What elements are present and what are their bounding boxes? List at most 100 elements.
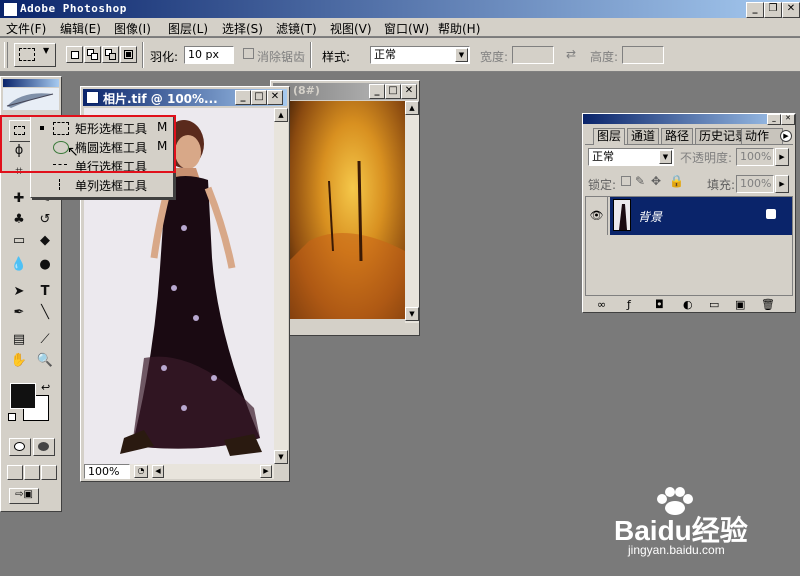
antialias-checkbox[interactable] [243,48,254,59]
menu-edit[interactable]: 编辑(E) [60,20,101,37]
standard-mode-button[interactable] [9,438,31,456]
vertical-scrollbar[interactable]: ▲ ▼ [274,108,288,464]
vertical-scrollbar[interactable]: ▲ ▼ [405,101,419,323]
add-selection-icon[interactable] [84,46,101,63]
blend-mode-select[interactable]: 正常 ▼ [588,148,674,166]
minimize-button[interactable]: _ [767,114,781,125]
minimize-button[interactable]: _ [369,84,385,99]
menu-filter[interactable]: 滤镜(T) [276,20,317,37]
jump-to-imageready-button[interactable]: ⇨▣ [9,488,39,504]
type-tool[interactable]: T [35,282,55,302]
notes-tool[interactable]: ▤ [9,330,29,350]
tab-paths[interactable]: 路径 [661,128,694,145]
default-colors-icon[interactable] [8,413,16,421]
line-tool[interactable]: ╲ [35,303,55,323]
pen-tool[interactable]: ✒ [9,303,29,323]
scroll-left-icon[interactable]: ◀ [152,465,164,478]
screen-mode-menubar[interactable] [24,465,40,480]
tab-channels[interactable]: 通道 [627,128,660,145]
layer-name: 背景 [638,210,663,224]
eyedropper-tool[interactable]: ⟋ [35,330,55,350]
panel-menu-icon[interactable]: ▶ [780,130,792,142]
lock-transparent-icon[interactable] [621,176,631,186]
chevron-down-icon: ▼ [43,46,50,55]
options-bar: ▼ 羽化: 10 px 消除锯齿 样式: 正常 ▼ 宽度: ⇄ 高度: [0,38,800,72]
app-title-bar: Adobe Photoshop _ ❐ ✕ [0,0,800,18]
feather-input[interactable]: 10 px [184,46,234,64]
fill-input[interactable]: 100% [736,175,774,193]
scroll-up-icon[interactable]: ▲ [274,108,288,122]
screen-mode-full[interactable] [41,465,57,480]
history-brush-tool[interactable]: ↺ [35,210,55,230]
path-selection-tool[interactable]: ➤ [9,282,29,302]
swap-colors-icon[interactable]: ↩ [41,381,50,394]
menu-help[interactable]: 帮助(H) [438,20,480,37]
status-bar: 100% ◔ ◀ ▶ [84,464,274,479]
foreground-color[interactable] [10,383,36,409]
lock-icon [766,209,776,219]
menu-file[interactable]: 文件(F) [6,20,46,37]
hand-tool[interactable]: ✋ [9,351,29,371]
doc-title: 相片.tif @ 100%... [103,92,218,106]
layers-panel: _ ✕ 图层 通道 路径 历史记录 动作 ▶ 正常 ▼ 不透明度: 100% ▶… [582,113,796,313]
restore-button[interactable]: ❐ [764,2,782,18]
tab-actions[interactable]: 动作 [741,128,783,145]
maximize-button[interactable]: □ [251,90,267,105]
toolbox-titlebar [3,79,59,87]
height-input[interactable] [622,46,664,64]
menu-window[interactable]: 窗口(W) [384,20,429,37]
layer-style-icon[interactable]: ƒ [627,298,631,311]
screen-mode-standard[interactable] [7,465,23,480]
healing-brush-tool[interactable]: ✚ [9,189,29,209]
tool-preset-picker[interactable]: ▼ [14,43,56,67]
blur-tool[interactable]: 💧 [9,255,29,275]
flyout-item-single-column-marquee[interactable]: 单列选框工具 [33,176,171,194]
link-icon[interactable]: ∞ [597,298,606,311]
trash-icon[interactable]: 🗑 [761,298,775,311]
close-button[interactable]: ✕ [782,2,800,18]
mask-icon[interactable]: ◘ [655,298,664,311]
fill-slider-icon[interactable]: ▶ [775,175,789,193]
zoom-tool[interactable]: 🔍 [35,351,55,371]
eraser-tool[interactable]: ▭ [9,231,29,251]
subtract-selection-icon[interactable] [102,46,119,63]
lock-pixels-icon[interactable]: ✎ [635,174,645,188]
close-button[interactable]: ✕ [267,90,283,105]
dodge-tool[interactable]: ● [35,255,55,275]
clone-stamp-tool[interactable]: ♣ [9,210,29,230]
style-select[interactable]: 正常 ▼ [370,46,470,64]
intersect-selection-icon[interactable] [120,46,137,63]
menu-view[interactable]: 视图(V) [330,20,372,37]
menu-select[interactable]: 选择(S) [222,20,263,37]
tab-layers[interactable]: 图层 [593,128,626,145]
width-label: 宽度: [480,50,509,64]
paint-bucket-tool[interactable]: ◆ [35,231,55,251]
opacity-input[interactable]: 100% [736,148,774,166]
quick-mask-button[interactable] [33,438,55,456]
close-button[interactable]: ✕ [401,84,417,99]
minimize-button[interactable]: _ [235,90,251,105]
maximize-button[interactable]: □ [385,84,401,99]
new-selection-icon[interactable] [66,46,83,63]
scroll-up-icon[interactable]: ▲ [405,101,419,115]
menu-image[interactable]: 图像(I) [114,20,151,37]
new-layer-icon[interactable]: ▣ [735,298,745,311]
minimize-button[interactable]: _ [746,2,764,18]
menu-layer[interactable]: 图层(L) [168,20,208,37]
eye-icon[interactable]: 👁 [586,197,608,235]
close-button[interactable]: ✕ [781,114,795,125]
lock-all-icon[interactable]: 🔒 [669,174,684,188]
adjustment-layer-icon[interactable]: ◐ [683,298,693,311]
width-input[interactable] [512,46,554,64]
opacity-slider-icon[interactable]: ▶ [775,148,789,166]
scroll-down-icon[interactable]: ▼ [274,450,288,464]
scroll-down-icon[interactable]: ▼ [405,307,419,321]
lock-position-icon[interactable]: ✥ [651,174,661,188]
scroll-right-icon[interactable]: ▶ [260,465,272,478]
swap-icon[interactable]: ⇄ [566,47,576,61]
zoom-field[interactable]: 100% [84,464,130,479]
new-group-icon[interactable]: ▭ [709,298,719,311]
menu-bar: 文件(F) 编辑(E) 图像(I) 图层(L) 选择(S) 滤镜(T) 视图(V… [0,18,800,37]
status-menu-icon[interactable]: ◔ [134,465,148,478]
layer-row[interactable]: 👁 背景 [586,197,792,235]
